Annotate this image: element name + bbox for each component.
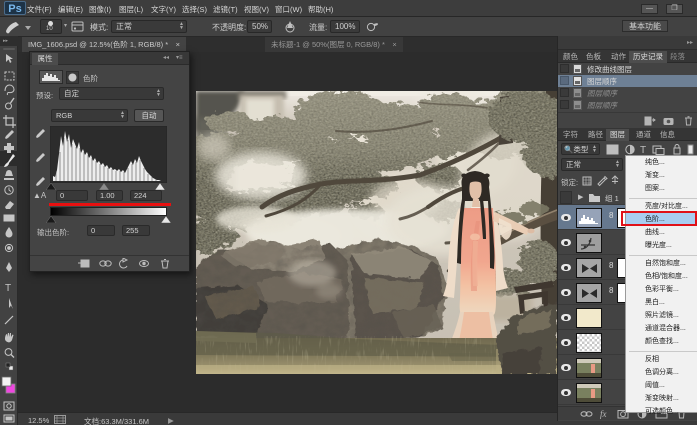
svg-text:T: T	[5, 283, 11, 294]
svg-text:T: T	[640, 145, 646, 155]
svg-text:fx: fx	[600, 409, 607, 419]
